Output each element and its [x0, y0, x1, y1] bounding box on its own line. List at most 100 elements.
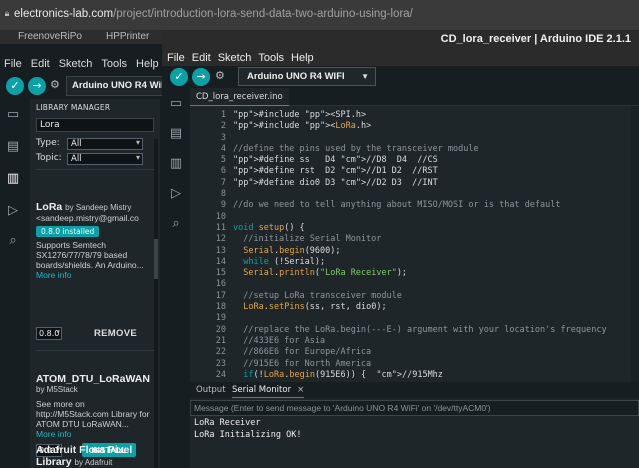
code-line[interactable]: //initialize Serial Monitor	[233, 234, 633, 245]
more-info-link[interactable]: More info	[36, 429, 154, 439]
menu-tools[interactable]: Tools	[258, 50, 284, 66]
library-name: ATOM_DTU_LoRaWAN	[36, 373, 150, 385]
debug-icon[interactable]: ⚙	[50, 78, 60, 91]
board-icon[interactable]: ▤	[168, 126, 184, 142]
board-selector[interactable]: Arduino UNO R4 WiFi	[66, 76, 164, 96]
folder-icon[interactable]: ▭	[168, 96, 184, 112]
library-icon[interactable]: ▥	[5, 171, 21, 187]
bookmark-item[interactable]: FreenoveRiPo	[18, 31, 82, 42]
tab-serial-monitor-label: Serial Monitor	[232, 385, 292, 395]
code-line[interactable]: while (!Serial);	[233, 257, 633, 268]
menu-sketch[interactable]: Sketch	[59, 58, 93, 74]
code-line[interactable]: ​	[233, 313, 633, 324]
menu-sketch[interactable]: Sketch	[218, 50, 252, 66]
menu-edit[interactable]: Edit	[31, 58, 50, 74]
board-icon[interactable]: ▤	[5, 139, 21, 155]
chevron-down-icon: ▼	[361, 72, 369, 81]
search-icon[interactable]: ⌕	[5, 233, 21, 249]
tab-cd-lora-receiver[interactable]: CD_lora_receiver.ino	[190, 88, 289, 106]
url-field[interactable]: 🔒︎ electronics-lab.com/project/introduct…	[0, 4, 413, 24]
library-name: Library	[36, 456, 72, 468]
board-selector[interactable]: Arduino UNO R4 WIFI ▼	[238, 67, 376, 86]
code-line[interactable]: LoRa.setPins(ss, rst, dio0);	[233, 302, 633, 313]
code-line[interactable]: "pp">#define rst D2 "cm">//D1 D2 //RST	[233, 166, 633, 177]
version-select[interactable]: 0.8.0	[36, 327, 62, 340]
menu-file[interactable]: File	[4, 58, 22, 74]
code-line[interactable]: //define the pins used by the transceive…	[233, 144, 633, 155]
code-line[interactable]: //433E6 for Asia	[233, 336, 633, 347]
code-line[interactable]: //915E6 for North America	[233, 359, 633, 370]
editor-scrollbar[interactable]	[631, 106, 639, 382]
editor-tabs: CD_lora_receiver.ino	[190, 88, 639, 106]
remove-button[interactable]: REMOVE	[94, 328, 137, 339]
library-scrollbar[interactable]	[154, 139, 158, 468]
line-number: 17	[215, 290, 226, 301]
serial-output-line: LoRa Initializing OK!	[194, 429, 302, 440]
bookmark-item[interactable]: HPPrinter	[106, 31, 149, 42]
library-email: <sandeep.mistry@gmail.co	[36, 213, 139, 223]
code-line[interactable]: "pp">#define dio0 D3 "cm">//D2 D3 //INT	[233, 178, 633, 189]
type-select[interactable]: All	[67, 138, 143, 150]
library-search-input[interactable]: Lora	[36, 118, 154, 132]
verify-button[interactable]: ✓	[170, 68, 188, 86]
code-line[interactable]: void setup() {	[233, 223, 633, 234]
library-name: LoRa by Sandeep Mistry	[36, 201, 132, 213]
verify-button[interactable]: ✓	[6, 77, 24, 95]
line-number: 13	[215, 245, 226, 256]
library-author: by Adafruit	[74, 458, 113, 467]
code-line[interactable]: //setup LoRa transceiver module	[233, 291, 633, 302]
more-info-link[interactable]: More info	[36, 270, 154, 280]
tab-output[interactable]: Output	[196, 382, 226, 398]
menu-help[interactable]: Help	[291, 50, 314, 66]
code-line[interactable]: //do we need to tell anything about MISO…	[233, 200, 633, 211]
code-line[interactable]: ​	[233, 212, 633, 223]
library-scrollbar-thumb[interactable]	[154, 239, 158, 279]
code-line[interactable]: Serial.println("LoRa Receiver");	[233, 268, 633, 279]
line-number-gutter: 1 2 3 4 5 6 7 8 9 10 11 12 13 14 15 16 17 18 19 20 21 22 23 24	[190, 110, 226, 381]
serial-message-input[interactable]: Message (Enter to send message to 'Ardui…	[190, 400, 639, 416]
code-line[interactable]: ​	[233, 279, 633, 290]
library-icon[interactable]: ▥	[168, 156, 184, 172]
code-line[interactable]: if(!LoRa.begin(915E6)) { "cm">//915Mhz	[233, 370, 633, 381]
serial-monitor-output: LoRa Receiver LoRa Initializing OK!	[190, 418, 639, 468]
close-icon[interactable]: ×	[297, 385, 304, 395]
topic-select[interactable]: All	[67, 153, 143, 165]
code-line[interactable]: //866E6 for Europe/Africa	[233, 347, 633, 358]
debug-icon[interactable]: ▷	[5, 203, 21, 219]
debug-icon[interactable]: ⚙	[215, 69, 225, 82]
debug-icon[interactable]: ▷	[168, 186, 184, 202]
menu-file[interactable]: File	[167, 50, 185, 66]
title-bar: CD_lora_receiver | Arduino IDE 2.1.1	[162, 30, 639, 50]
line-number: 18	[215, 302, 226, 313]
line-number: 9	[220, 200, 226, 211]
tab-serial-monitor[interactable]: Serial Monitor ×	[232, 382, 305, 398]
code-line[interactable]: ​	[233, 189, 633, 200]
upload-button[interactable]: →	[192, 68, 210, 86]
line-number: 10	[215, 211, 226, 222]
search-icon[interactable]: ⌕	[168, 216, 184, 232]
code-line[interactable]: "pp">#include "pp"><LoRa.h>	[233, 121, 633, 132]
menu-help[interactable]: Help	[136, 58, 159, 74]
code-editor[interactable]: 1 2 3 4 5 6 7 8 9 10 11 12 13 14 15 16 17 18 19 20 21 22 23 24 …	[190, 106, 639, 382]
line-number: 19	[215, 313, 226, 324]
board-name: Arduino UNO R4 WIFI	[247, 71, 345, 82]
lock-icon: 🔒︎	[4, 9, 10, 19]
code-line[interactable]: "pp">#include "pp"><SPI.h>	[233, 110, 633, 121]
code-area[interactable]: "pp">#include "pp"><SPI.h> "pp">#include …	[233, 110, 633, 381]
code-line[interactable]: "pp">#define ss D4 "cm">//D8 D4 //CS	[233, 155, 633, 166]
code-line[interactable]: Serial.begin(9600);	[233, 246, 633, 257]
library-description: boards/shields. An Arduino...	[36, 260, 144, 270]
folder-icon[interactable]: ▭	[5, 107, 21, 123]
menu-edit[interactable]: Edit	[192, 50, 211, 66]
code-line[interactable]: //replace the LoRa.begin(---E-) argument…	[233, 325, 633, 336]
check-icon: ✓	[10, 79, 20, 92]
menu-tools[interactable]: Tools	[101, 58, 127, 74]
code-line[interactable]: ​	[233, 133, 633, 144]
library-description: SX1276/77/78/79 based	[36, 250, 128, 260]
panel-title: LIBRARY MANAGER	[36, 103, 111, 112]
upload-button[interactable]: →	[28, 77, 46, 95]
library-description: See more on	[36, 399, 85, 409]
library-item: ATOM_DTU_LoRaWAN by M5Stack See more on …	[36, 373, 154, 439]
library-description: Supports Semtech	[36, 240, 106, 250]
line-number: 15	[215, 268, 226, 279]
